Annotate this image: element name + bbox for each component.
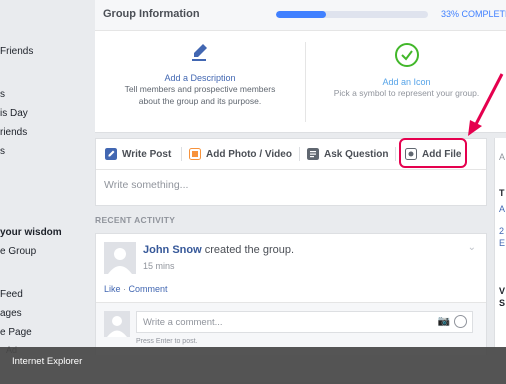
composer-input[interactable]: Write something... — [104, 179, 188, 191]
nav-item[interactable]: is Day — [0, 108, 28, 119]
comment-link[interactable]: Comment — [129, 284, 168, 294]
default-avatar-icon — [104, 242, 136, 274]
nav-item[interactable]: e Page — [0, 327, 32, 338]
nav-item[interactable]: riends — [0, 127, 27, 138]
nav-item[interactable]: s — [0, 146, 5, 157]
emoji-icon[interactable] — [454, 315, 467, 328]
nav-item-feed[interactable]: Feed — [0, 289, 23, 300]
description-help-text: about the group and its purpose. — [138, 96, 262, 106]
post-timestamp[interactable]: 15 mins — [143, 261, 175, 271]
avatar[interactable] — [104, 242, 136, 274]
progress-fill — [276, 11, 327, 18]
annotation-arrow-icon — [468, 73, 504, 136]
right-sidebar: A T A 2 E V S — [494, 138, 506, 348]
taskbar-app-label[interactable]: Internet Explorer — [12, 356, 82, 367]
nav-item[interactable]: s — [0, 89, 5, 100]
chevron-down-icon[interactable]: ⌄ — [468, 242, 476, 253]
camera-icon[interactable]: 📷 — [438, 316, 450, 327]
add-file-highlight — [399, 138, 467, 168]
post-actions: Like · Comment — [104, 284, 168, 294]
post-author-name[interactable]: John Snow — [143, 244, 202, 256]
like-link[interactable]: Like — [104, 284, 121, 294]
activity-post: John Snow created the group. 15 mins ⌄ L… — [95, 233, 487, 355]
post-action-text: created the group. — [204, 244, 295, 256]
group-information-title: Group Information — [103, 8, 200, 20]
right-fragment[interactable]: 2 — [499, 226, 504, 236]
right-fragment: T — [499, 188, 505, 198]
checkmark-circle-icon — [394, 43, 419, 67]
right-fragment: S — [499, 298, 506, 308]
nav-item[interactable]: ages — [0, 308, 22, 319]
pencil-icon — [105, 148, 117, 160]
tab-add-photo-video[interactable]: Add Photo / Video — [206, 149, 292, 160]
tab-divider — [181, 147, 182, 161]
recent-activity-heading: RECENT ACTIVITY — [95, 215, 176, 225]
nav-item[interactable]: e Group — [0, 246, 36, 257]
right-fragment: V — [499, 286, 506, 296]
right-fragment: A — [499, 152, 506, 162]
tab-divider — [299, 147, 300, 161]
description-help-text: Tell members and prospective members — [124, 84, 276, 94]
pencil-icon — [192, 44, 207, 61]
list-icon — [307, 148, 319, 160]
left-navigation: Friends s is Day riends s your wisdom e … — [0, 0, 88, 384]
tab-divider — [395, 147, 396, 161]
add-description-link[interactable]: Add a Description — [95, 73, 305, 83]
post-author-line: John Snow created the group. — [143, 244, 294, 256]
photo-icon — [189, 148, 201, 160]
tab-write-post[interactable]: Write Post — [122, 149, 171, 160]
right-fragment[interactable]: A — [499, 204, 505, 214]
progress-percentage: 33% COMPLETE — [441, 9, 506, 19]
avatar — [104, 311, 130, 337]
comment-placeholder: Write a comment... — [143, 317, 223, 328]
press-enter-hint: Press Enter to post. — [136, 338, 198, 345]
actions-separator: · — [120, 284, 129, 294]
comment-input[interactable]: Write a comment... 📷 — [136, 311, 473, 333]
right-fragment[interactable]: E — [499, 238, 505, 248]
nav-item-friends[interactable]: Friends — [0, 46, 33, 57]
default-avatar-icon — [104, 311, 130, 337]
completion-progress-bar — [276, 11, 428, 18]
add-description-card[interactable]: Add a Description Tell members and prosp… — [95, 42, 305, 107]
group-information-header: Group Information 33% COMPLETE — [95, 0, 506, 31]
taskbar: Internet Explorer — [0, 347, 506, 384]
tab-ask-question[interactable]: Ask Question — [324, 149, 388, 160]
nav-section-heading: your wisdom — [0, 227, 62, 238]
